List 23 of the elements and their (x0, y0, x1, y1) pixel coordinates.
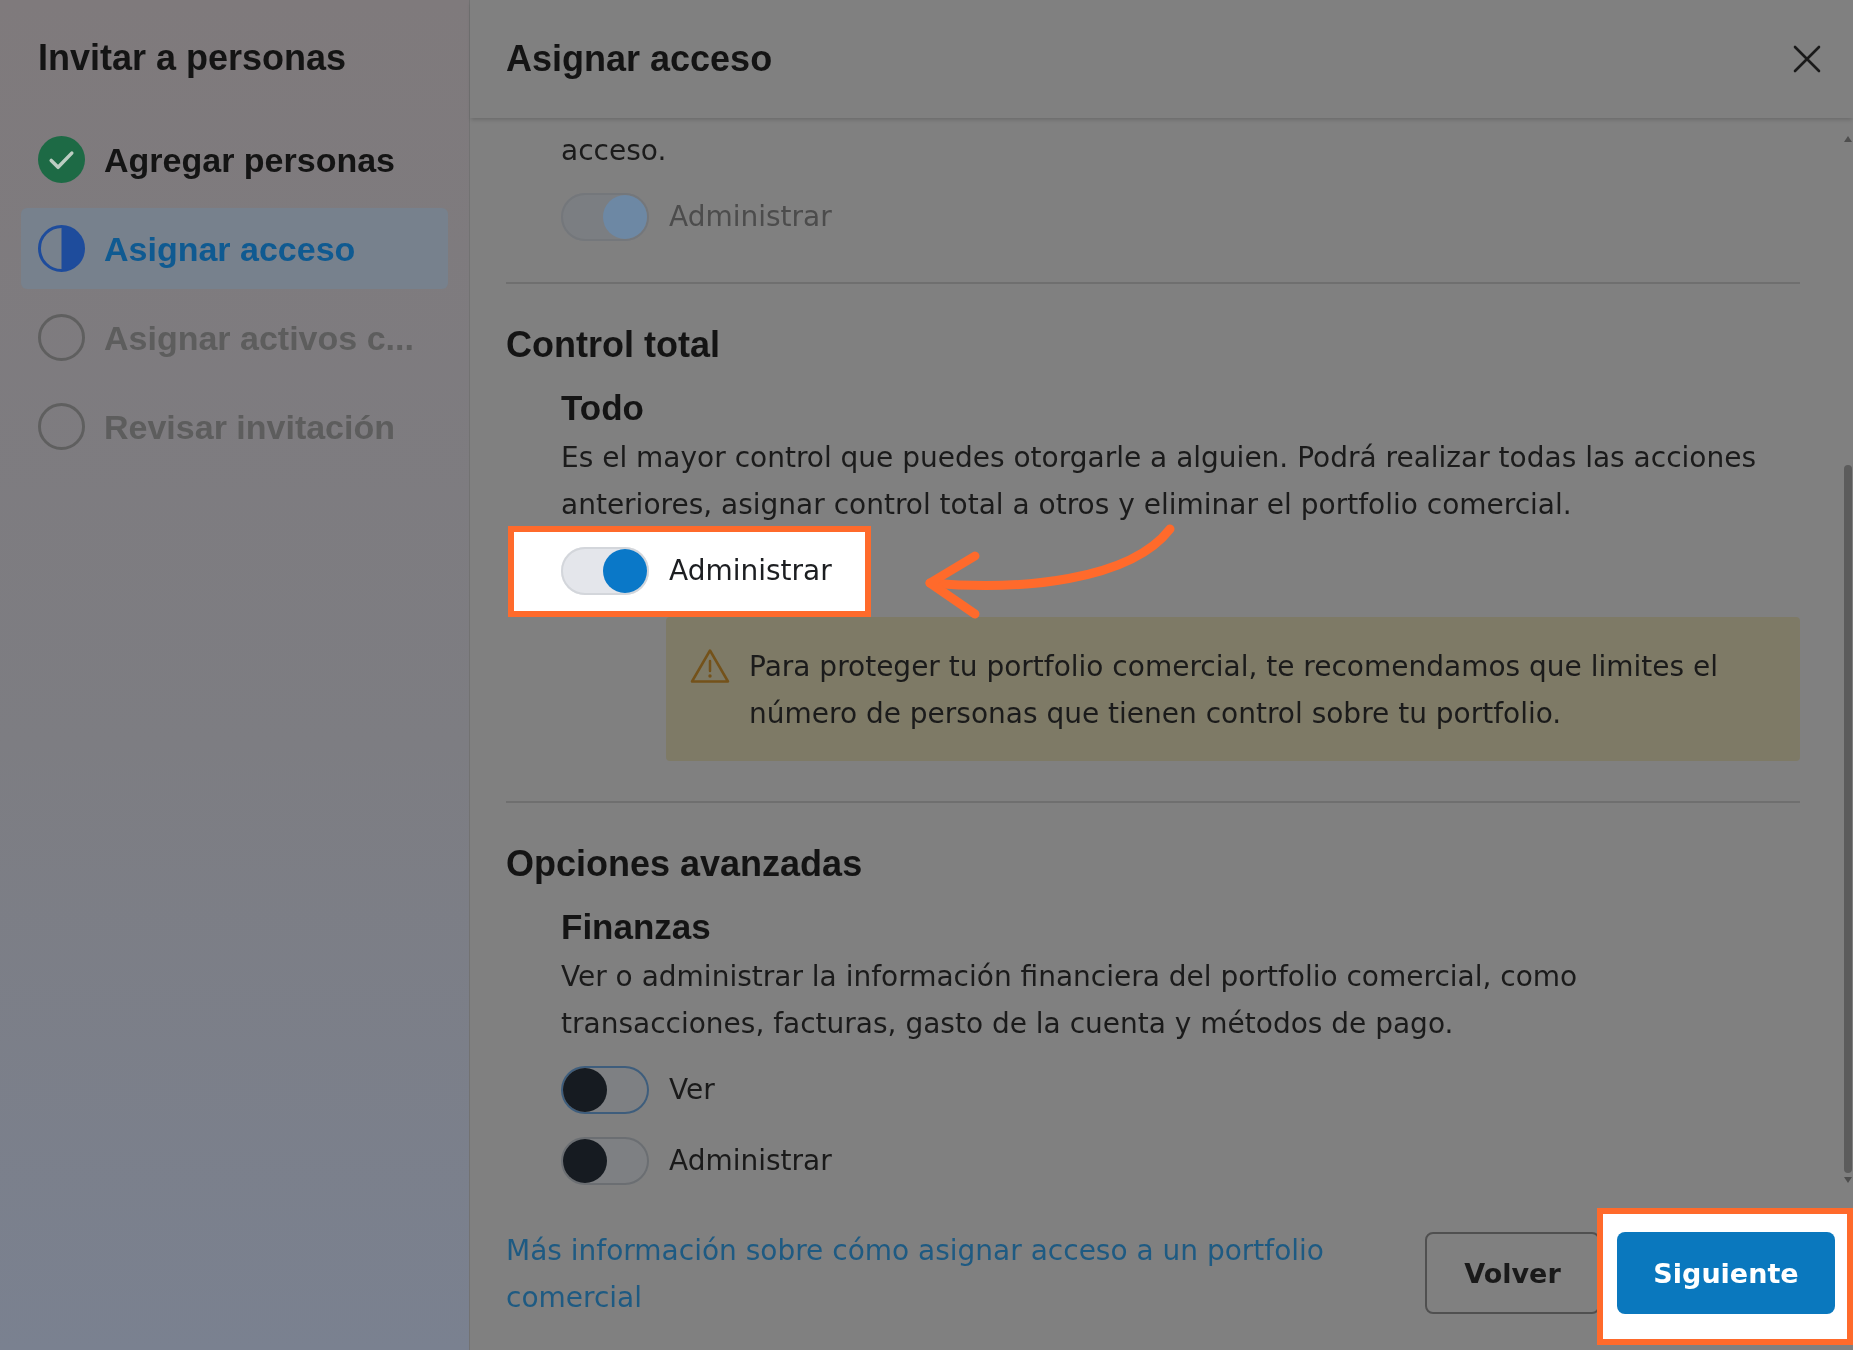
group-title: Finanzas (561, 907, 712, 947)
toggle-label: Ver (669, 1072, 715, 1108)
warning-text: Para proteger tu portfolio comercial, te recomendamos que limites el número de personas que tienen control sobre tu portfolio. (749, 649, 1719, 732)
toggle-switch[interactable] (561, 1137, 649, 1185)
group-description: Es el mayor control que puedes otorgarle a alguien. Podrá realizar todas las acciones anteriores, asignar control total a otros y eliminar el portfolio comercial. (561, 440, 1757, 523)
step-item[interactable]: Agregar personas (21, 119, 448, 200)
toggle-label: Administrar (669, 553, 832, 589)
section-heading: Opciones avanzadas (506, 844, 864, 884)
warning-icon (690, 648, 730, 684)
group-description: acceso. (561, 133, 668, 169)
toggle-switch[interactable] (561, 1066, 649, 1114)
sidebar-title: Invitar a personas (38, 38, 348, 78)
group-title: Todo (561, 388, 645, 428)
scrollbar-thumb[interactable] (1844, 465, 1852, 1173)
section-heading: Control total (506, 325, 721, 365)
toggle-switch[interactable] (561, 547, 649, 595)
close-icon (1793, 45, 1821, 73)
group-description: Ver o administrar la información financiera del portfolio comercial, como transacciones, facturas, gasto de la cuenta y métodos de pago. (561, 959, 1579, 1042)
step-item[interactable]: Asignar acceso (21, 208, 448, 289)
next-button[interactable]: Siguiente (1617, 1232, 1835, 1314)
learn-more-link[interactable]: Más información sobre cómo asignar acceso a un portfolio comercial (506, 1227, 1396, 1321)
dialog-title: Asignar acceso (506, 39, 773, 79)
toggle-label: Administrar (669, 1143, 832, 1179)
